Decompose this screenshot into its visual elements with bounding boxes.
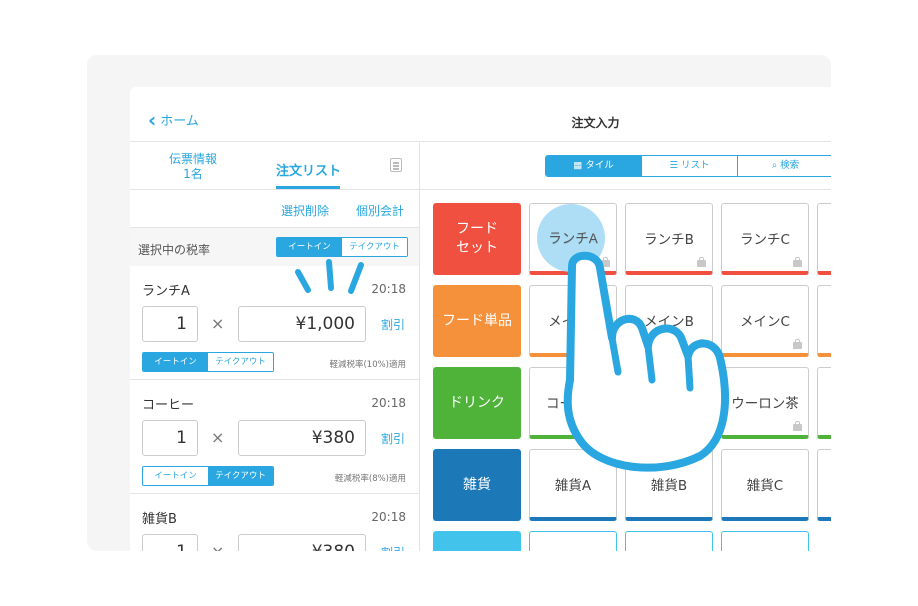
multiply-sign: × [211,314,225,333]
tax-rate-label: 選択中の税率 [138,243,211,257]
top-bar: ‹ ホーム 注文入力 [130,87,831,142]
order-item[interactable]: コーヒー 20:18 1 × ¥380 割引 イートイン テイクアウト 軽減税率… [130,380,419,494]
list-view-button[interactable]: ☰ リスト [642,156,738,176]
active-tab-underline [276,186,340,189]
product-tile[interactable]: 紅茶 [625,367,713,439]
category-more[interactable] [433,531,521,551]
takeout-bag-icon [697,257,706,267]
product-tile[interactable]: ランチC [721,203,809,275]
tax-toggle: イートイン テイクアウト [276,237,408,257]
discount-button[interactable]: 割引 [381,544,405,551]
view-mode-switch: ▦ タイル ☰ リスト ⌕ 検索 [545,155,831,177]
quantity-field[interactable]: 1 [142,534,198,551]
pos-screen: ‹ ホーム 注文入力 伝票情報 1名 注文リスト 選択削除 個別会計 選択中の税… [130,87,831,551]
item-name: コーヒー [142,398,195,413]
item-name: 雑貨B [142,512,177,527]
product-tile[interactable] [529,531,617,551]
category-food-single[interactable]: フード単品 [433,285,521,357]
category-drink[interactable]: ドリンク [433,367,521,439]
product-tile[interactable] [817,285,831,357]
takeout-bag-icon [697,421,706,431]
page-title: 注文入力 [571,116,620,130]
product-tile[interactable]: メインB [625,285,713,357]
order-item[interactable]: ランチA 20:18 1 × ¥1,000 割引 イートイン テイクアウト 軽減… [130,266,419,380]
product-tile[interactable] [817,367,831,439]
category-goods[interactable]: 雑貨 [433,449,521,521]
take-out-toggle[interactable]: テイクアウト [342,238,407,256]
product-tile[interactable] [817,203,831,275]
product-tile[interactable]: コーヒー [529,367,617,439]
tab-slip-info[interactable]: 伝票情報 1名 [154,152,232,182]
takeout-bag-icon [601,257,610,267]
takeout-bag-icon [793,339,802,349]
tax-rate-row: 選択中の税率 イートイン テイクアウト [130,228,419,266]
takeout-bag-icon [793,421,802,431]
item-tax-toggle: イートイン テイクアウト [142,466,274,486]
product-tile[interactable] [721,531,809,551]
memo-icon[interactable] [390,158,402,172]
delete-selected-button[interactable]: 選択削除 [281,202,329,219]
tax-rate-note: 軽減税率(10%)適用 [329,360,406,370]
eat-in-toggle[interactable]: イートイン [143,467,208,485]
divider [420,189,831,190]
takeout-bag-icon [601,339,610,349]
item-name: ランチA [142,284,190,299]
product-tile[interactable]: ウーロン茶 [721,367,809,439]
product-tile[interactable]: ランチB [625,203,713,275]
product-tile[interactable] [625,531,713,551]
search-icon: ⌕ [771,160,778,171]
multiply-sign: × [211,428,225,447]
item-time: 20:18 [371,396,406,410]
takeout-bag-icon [697,339,706,349]
multiply-sign: × [211,542,224,551]
discount-button[interactable]: 割引 [381,430,405,447]
order-panel: 伝票情報 1名 注文リスト 選択削除 個別会計 選択中の税率 イートイン テイク… [130,142,420,551]
price-field[interactable]: ¥380 [238,534,366,551]
take-out-toggle[interactable]: テイクアウト [208,353,273,371]
product-panel: ▦ タイル ☰ リスト ⌕ 検索 フード セット フード単品 ドリンク 雑貨 ラ… [420,142,831,551]
eat-in-toggle[interactable]: イートイン [143,353,208,371]
eat-in-toggle[interactable]: イートイン [277,238,342,256]
item-time: 20:18 [371,282,406,296]
discount-button[interactable]: 割引 [381,316,405,333]
takeout-bag-icon [601,421,610,431]
quantity-field[interactable]: 1 [142,306,198,342]
price-field[interactable]: ¥380 [238,420,366,456]
product-tile[interactable]: メインA [529,285,617,357]
takeout-bag-icon [793,257,802,267]
take-out-toggle[interactable]: テイクアウト [208,467,273,485]
tab-order-list[interactable]: 注文リスト [276,160,341,179]
separate-bill-button[interactable]: 個別会計 [356,202,404,219]
order-actions: 選択削除 個別会計 [130,190,419,228]
category-food-set[interactable]: フード セット [433,203,521,275]
product-tile[interactable]: 雑貨C [721,449,809,521]
item-tax-toggle: イートイン テイクアウト [142,352,274,372]
tile-view-button[interactable]: ▦ タイル [546,156,642,176]
quantity-field[interactable]: 1 [142,420,198,456]
product-tile[interactable]: 雑貨A [529,449,617,521]
item-time: 20:18 [371,510,406,524]
order-item[interactable]: 雑貨B 20:18 1 × ¥380 割引 [130,494,419,551]
product-tile[interactable] [817,449,831,521]
tax-rate-note: 軽減税率(8%)適用 [334,474,406,484]
product-tile[interactable]: ランチA [529,203,617,275]
search-button[interactable]: ⌕ 検索 [738,156,831,176]
order-tabs: 伝票情報 1名 注文リスト [130,142,419,190]
product-tile[interactable]: メインC [721,285,809,357]
product-tile[interactable]: 雑貨B [625,449,713,521]
price-field[interactable]: ¥1,000 [238,306,366,342]
